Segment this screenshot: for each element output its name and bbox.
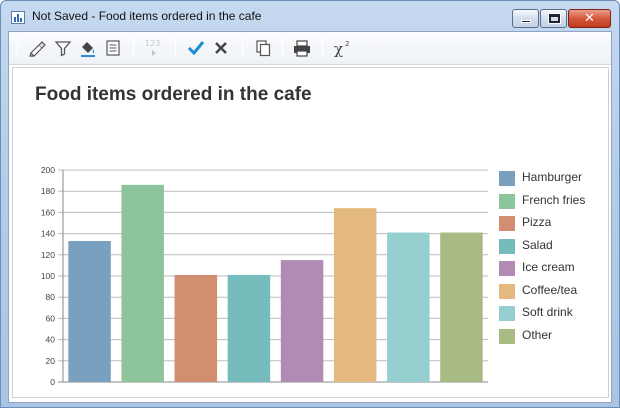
fill-color-icon bbox=[81, 42, 95, 57]
legend-swatch bbox=[499, 328, 515, 344]
check-icon bbox=[187, 41, 205, 56]
filter-icon bbox=[54, 41, 72, 57]
y-tick-label: 100 bbox=[41, 271, 55, 281]
chi-square-icon: χ 2 bbox=[334, 40, 349, 58]
toolbar-separator bbox=[17, 39, 18, 58]
notes-icon bbox=[106, 40, 120, 56]
edit-button[interactable] bbox=[28, 38, 48, 58]
notes-button[interactable] bbox=[103, 38, 123, 58]
chart-title: Food items ordered in the cafe bbox=[35, 84, 312, 105]
legend-swatch bbox=[499, 261, 515, 276]
legend-swatch bbox=[499, 216, 515, 231]
confirm-button[interactable] bbox=[186, 38, 206, 58]
chart-panel: 0 20 40 60 80 100 120 140 160 180 200 Food items o… bbox=[12, 67, 609, 398]
legend-label: Pizza bbox=[522, 215, 552, 229]
chi-square-button[interactable]: χ 2 bbox=[332, 38, 354, 58]
y-tick-label: 0 bbox=[50, 377, 55, 387]
print-icon bbox=[294, 40, 310, 57]
bar-hamburger bbox=[68, 241, 111, 382]
legend-swatch bbox=[499, 171, 515, 186]
legend-swatch bbox=[499, 283, 515, 299]
copy-button[interactable] bbox=[253, 38, 273, 58]
toolbar-separator bbox=[282, 39, 283, 58]
chi-square-label: χ bbox=[334, 40, 343, 58]
close-icon: ✕ bbox=[584, 11, 595, 26]
print-button[interactable] bbox=[292, 38, 312, 58]
bar-pizza bbox=[174, 274, 218, 382]
maximize-button[interactable] bbox=[540, 9, 567, 28]
bar-french-fries bbox=[121, 184, 164, 382]
bar-ice-cream bbox=[280, 260, 324, 382]
legend-label: Ice cream bbox=[522, 260, 575, 274]
y-tick-label: 40 bbox=[46, 335, 56, 345]
legend-swatch bbox=[499, 193, 515, 209]
y-tick-label: 160 bbox=[41, 207, 55, 217]
y-tick-label: 60 bbox=[46, 313, 56, 323]
copy-icon bbox=[256, 40, 271, 57]
legend-label: Soft drink bbox=[522, 305, 573, 319]
legend-swatch bbox=[499, 306, 515, 321]
y-tick-label: 120 bbox=[41, 250, 55, 260]
bar-coffee-tea bbox=[333, 208, 377, 382]
y-tick-label: 20 bbox=[46, 356, 56, 366]
y-tick-label: 200 bbox=[41, 165, 55, 175]
y-tick-label: 140 bbox=[41, 229, 55, 239]
number-format-label: 123 bbox=[145, 39, 160, 48]
legend-label: Salad bbox=[522, 237, 553, 252]
minimize-button[interactable] bbox=[512, 9, 539, 28]
toolbar-separator bbox=[133, 39, 134, 58]
bar-chart: 0 20 40 60 80 100 120 140 160 180 200 bbox=[41, 165, 488, 387]
number-format-button[interactable]: 123 bbox=[144, 38, 166, 58]
y-tick-label: 80 bbox=[46, 292, 56, 302]
maximize-icon bbox=[549, 14, 560, 23]
legend-label: French fries bbox=[522, 192, 586, 207]
cancel-icon bbox=[215, 42, 227, 54]
bar-other bbox=[440, 232, 483, 382]
close-button[interactable]: ✕ bbox=[568, 9, 611, 28]
legend-label: Other bbox=[522, 327, 553, 342]
toolbar: 123 χ 2 bbox=[9, 32, 611, 65]
window-content: 123 χ 2 0 20 40 60 80 100 120 140 160 18… bbox=[8, 31, 612, 403]
app-window: Not Saved - Food items ordered in the ca… bbox=[0, 0, 620, 408]
cancel-button[interactable] bbox=[211, 38, 231, 58]
title-bar[interactable]: Not Saved - Food items ordered in the ca… bbox=[1, 1, 619, 31]
legend-label: Coffee/tea bbox=[522, 282, 578, 297]
bar-chart-app-icon bbox=[11, 11, 25, 24]
window-title: Not Saved - Food items ordered in the ca… bbox=[32, 9, 262, 23]
toolbar-separator bbox=[322, 39, 323, 58]
fill-color-button[interactable] bbox=[78, 38, 98, 58]
toolbar-separator bbox=[175, 39, 176, 58]
legend-swatch bbox=[499, 238, 515, 254]
bar-soft-drink bbox=[387, 232, 430, 382]
legend-label: Hamburger bbox=[522, 170, 583, 184]
filter-button[interactable] bbox=[53, 38, 73, 58]
bar-salad bbox=[227, 274, 271, 382]
number-format-icon: 123 bbox=[145, 39, 160, 56]
minimize-icon bbox=[521, 20, 531, 23]
edit-icon bbox=[29, 41, 46, 57]
toolbar-separator bbox=[242, 39, 243, 58]
y-tick-label: 180 bbox=[41, 186, 55, 196]
chi-square-superscript: 2 bbox=[345, 40, 349, 48]
